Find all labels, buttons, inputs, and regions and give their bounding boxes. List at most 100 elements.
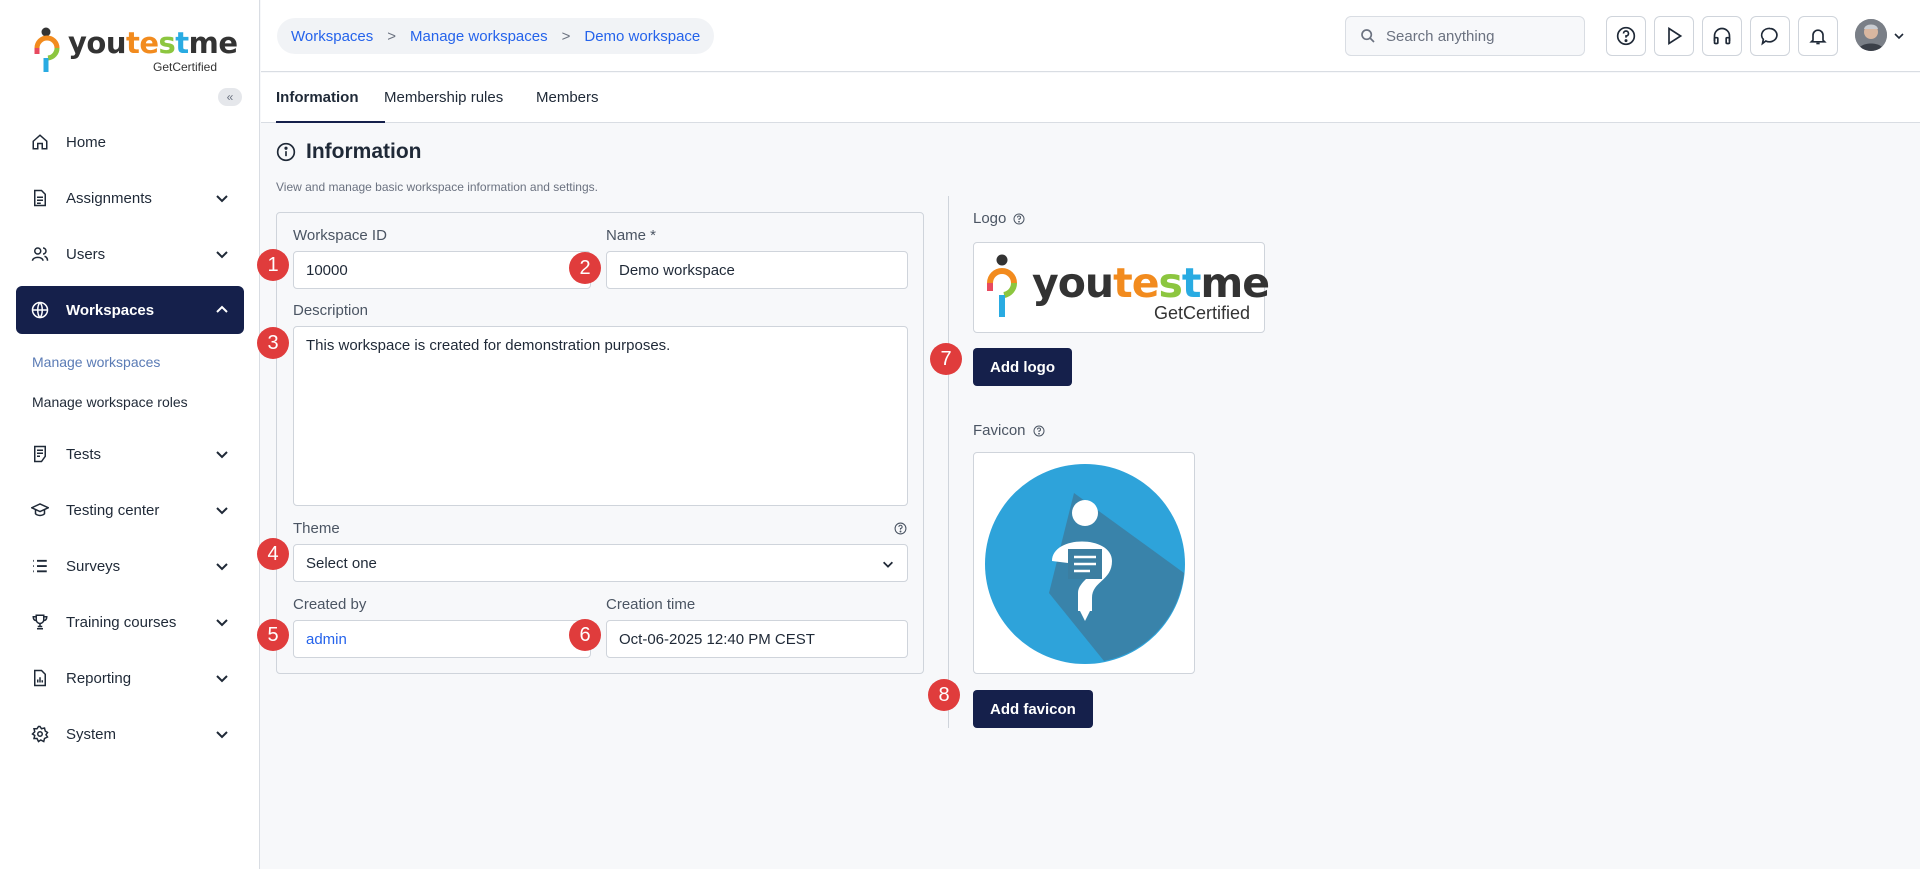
sidebar-subitem-manage-workspaces[interactable]: Manage workspaces [16,342,244,382]
sidebar-item-workspaces[interactable]: Workspaces [16,286,244,334]
add-favicon-button[interactable]: Add favicon [973,690,1093,728]
help-circle-icon[interactable] [894,522,907,535]
chevron-down-icon[interactable] [1893,30,1905,42]
logo-tagline: GetCertified [153,60,218,74]
favicon-preview [973,452,1195,674]
tab-membership-rules[interactable]: Membership rules [384,73,503,123]
logo-preview: youtestme GetCertified [973,242,1270,333]
creation-time-field: Oct-06-2025 12:40 PM CEST [606,620,908,658]
creation-time-label: Creation time [606,596,696,613]
chevron-down-icon [216,675,228,683]
sidebar-item-tests[interactable]: Tests [16,430,244,478]
step-badge: 3 [257,327,289,359]
sidebar-item-label: Reporting [66,669,132,687]
info-icon [276,142,296,162]
created-by-link[interactable]: admin [306,631,347,648]
workspace-id-field[interactable] [293,251,591,289]
theme-select[interactable]: Select one [293,544,908,582]
logo-label: Logo [973,210,1025,227]
sidebar-item-label: Surveys [66,557,121,575]
creation-time-value: Oct-06-2025 12:40 PM CEST [619,630,815,648]
global-search[interactable] [1345,16,1585,56]
name-label: Name * [606,227,657,244]
sidebar-item-label: Tests [66,445,102,463]
sidebar-item-label: Training courses [66,613,177,631]
chat-button[interactable] [1750,16,1790,56]
test-icon [30,444,50,464]
sidebar-item-assignments[interactable]: Assignments [16,174,244,222]
sidebar-item-label: Users [66,245,106,263]
support-button[interactable] [1702,16,1742,56]
help-button[interactable] [1606,16,1646,56]
breadcrumb-item-demo-workspace[interactable]: Demo workspace [584,28,700,45]
graduation-cap-icon [30,500,50,520]
sidebar-item-label: Testing center [66,501,160,519]
section-header: Information [276,140,422,164]
sidebar-item-training-courses[interactable]: Training courses [16,598,244,646]
workspace-id-label: Workspace ID [293,227,387,244]
sidebar: youtestme GetCertified « Home Assignment… [0,0,260,869]
chevron-down-icon [216,451,228,459]
theme-select-value: Select one [306,554,377,572]
bell-icon [1809,29,1827,45]
breadcrumb-item-workspaces[interactable]: Workspaces [291,28,373,45]
breadcrumb: Workspaces > Manage workspaces > Demo wo… [277,18,715,54]
add-logo-button[interactable]: Add logo [973,348,1072,386]
tab-members[interactable]: Members [536,73,599,123]
logo-mark-icon [34,27,60,72]
help-circle-icon [1616,26,1636,46]
sidebar-item-system[interactable]: System [16,710,244,758]
sidebar-subitem-manage-workspace-roles[interactable]: Manage workspace roles [16,382,244,422]
notifications-button[interactable] [1798,16,1838,56]
double-chevron-left-icon: « [226,90,234,104]
tab-label: Membership rules [384,89,504,106]
sidebar-item-label: Home [66,133,107,151]
play-button[interactable] [1654,16,1694,56]
help-circle-icon[interactable] [1013,213,1025,225]
sidebar-item-surveys[interactable]: Surveys [16,542,244,590]
youtestme-logo[interactable]: youtestme GetCertified [32,22,238,78]
sidebar-item-testing-center[interactable]: Testing center [16,486,244,534]
logo-label-text: Logo [973,210,1007,227]
tab-bar: Information Membership rules Members [261,73,1920,123]
breadcrumb-item-manage-workspaces[interactable]: Manage workspaces [410,28,548,45]
sidebar-item-label: Assignments [66,189,152,207]
theme-label: Theme [293,520,340,537]
name-field[interactable] [606,251,908,289]
chevron-down-icon [216,619,228,627]
description-textarea[interactable]: This workspace is created for demonstrat… [293,326,908,506]
step-badge: 2 [569,252,601,284]
logo-tagline: GetCertified [1154,303,1251,323]
sidebar-item-home[interactable]: Home [16,118,244,166]
favicon-image-icon [985,464,1185,664]
vertical-divider [948,196,949,728]
list-icon [30,556,50,576]
sidebar-item-label: Workspaces [66,301,155,319]
help-circle-icon[interactable] [1033,425,1045,437]
search-input[interactable] [1386,27,1576,45]
collapse-sidebar-button[interactable]: « [218,88,242,106]
step-badge: 8 [928,679,960,711]
chat-bubble-icon [1760,27,1778,46]
workspace-info-form: Workspace ID Name * Description This wor… [276,212,924,674]
logo-mark-icon [987,254,1017,317]
page-description: View and manage basic workspace informat… [276,180,598,194]
chevron-up-icon [216,305,228,313]
page-title: Information [306,140,422,163]
report-icon [30,668,50,688]
description-label: Description [293,302,369,319]
tab-label: Members [536,89,599,106]
sidebar-item-label: System [66,725,117,743]
created-by-field[interactable]: admin [293,620,591,658]
sidebar-item-reporting[interactable]: Reporting [16,654,244,702]
sidebar-item-users[interactable]: Users [16,230,244,278]
step-badge: 4 [257,538,289,570]
play-icon [1668,26,1683,46]
chevron-down-icon [883,561,893,568]
step-badge: 7 [930,343,962,375]
search-icon [1361,29,1375,43]
headphones-icon [1713,27,1731,45]
breadcrumb-separator: > [561,27,571,45]
tab-information[interactable]: Information [276,73,385,123]
avatar[interactable] [1855,19,1887,51]
